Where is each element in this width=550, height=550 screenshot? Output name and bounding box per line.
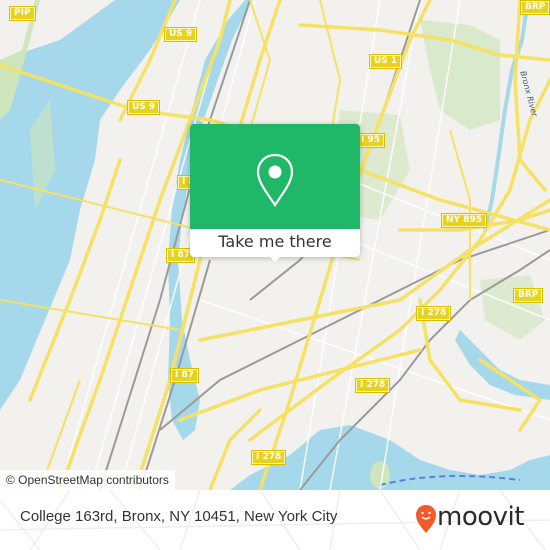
- take-me-there-button[interactable]: Take me there: [190, 229, 360, 257]
- popup-pointer: [267, 254, 283, 262]
- road-shield-i87-south: I 87: [171, 369, 199, 382]
- footer: College 163rd, Bronx, NY 10451, New York…: [0, 490, 550, 550]
- road-shield-brp-north: BRP: [521, 1, 550, 14]
- hudson-river: [0, 0, 180, 410]
- moovit-logo[interactable]: moovit: [415, 500, 545, 540]
- road-shield-ny895: NY 895: [442, 214, 486, 227]
- road-shield-i278-mid: I 278: [356, 379, 390, 392]
- map-pin-icon: [256, 153, 294, 207]
- road-shield-us1: US 1: [370, 55, 402, 68]
- road-shield-brp-south: BRP: [514, 289, 543, 302]
- map-view[interactable]: PIP US 9 US 9 US 1 BRP I 95 NY 895 I 87 …: [0, 0, 550, 490]
- popup-header: [190, 124, 360, 229]
- road-shield-i95: I 95: [357, 134, 385, 147]
- map-attribution[interactable]: © OpenStreetMap contributors: [0, 470, 175, 490]
- location-popup: Take me there: [190, 124, 360, 262]
- road-shield-us9-north: US 9: [165, 28, 197, 41]
- address-text: College 163rd, Bronx, NY 10451, New York…: [20, 508, 338, 525]
- moovit-wordmark: moovit: [437, 502, 524, 532]
- road-shield-pip: PIP: [10, 7, 35, 20]
- road-shield-us9: US 9: [128, 101, 160, 114]
- moovit-pin-icon: [416, 505, 436, 533]
- road-shield-i278-south: I 278: [252, 451, 286, 464]
- road-shield-i278-east: I 278: [417, 307, 451, 320]
